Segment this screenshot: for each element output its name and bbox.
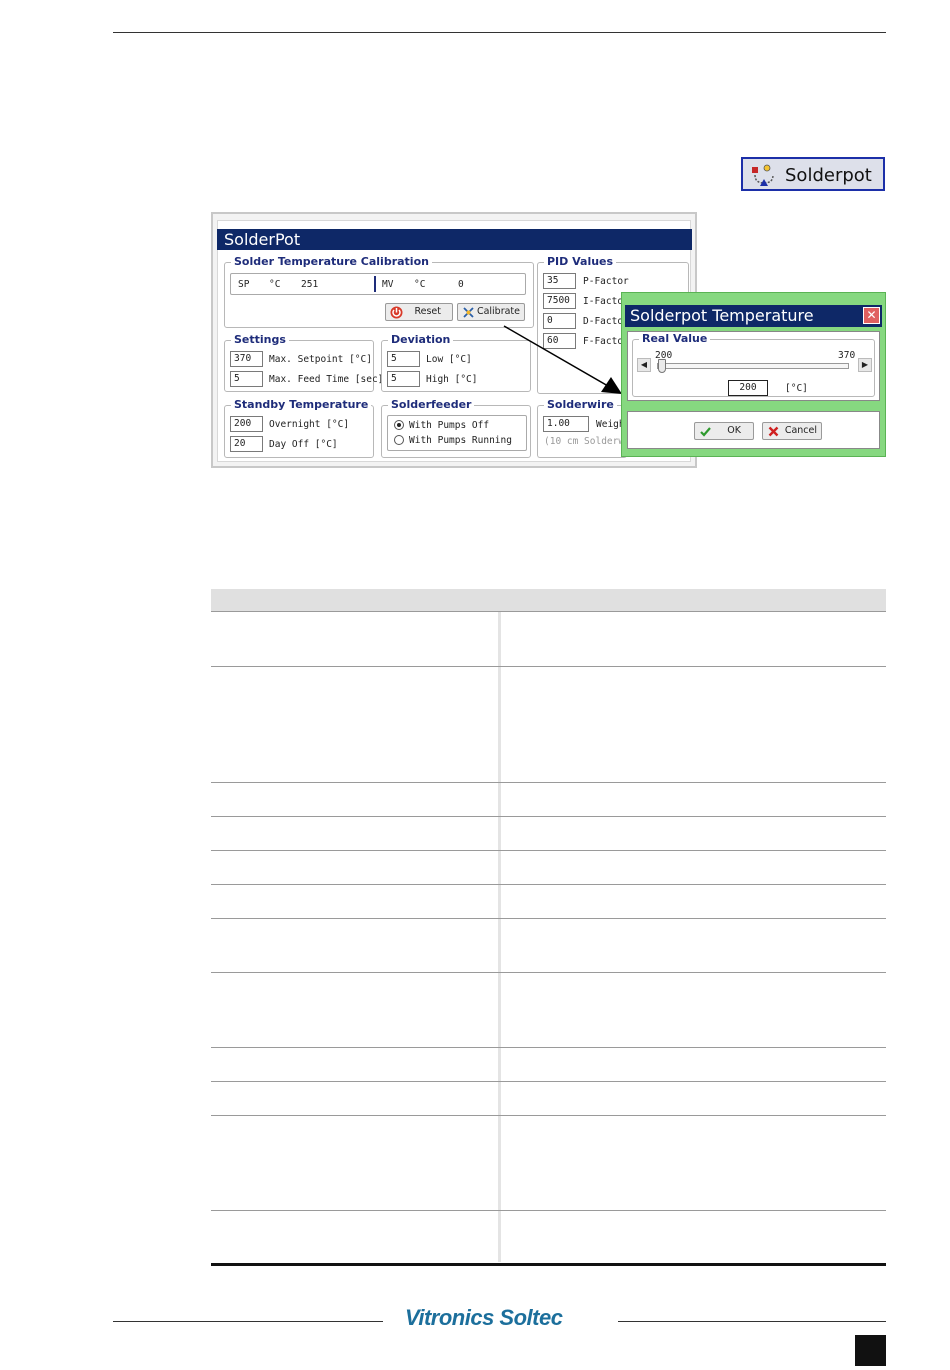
calibration-readout: SP °C 251 MV °C 0 <box>230 273 526 295</box>
day-off-field[interactable]: 20 <box>230 436 263 452</box>
brand-logo: Vitronics Soltec <box>405 1305 563 1330</box>
p-factor-label: P-Factor <box>583 276 629 287</box>
table-row-line <box>211 816 886 817</box>
ok-label: OK <box>727 425 741 436</box>
callout-arrow <box>503 325 622 394</box>
table-row-line <box>211 666 886 667</box>
solderwire-group: Solderwire 1.00 Weigh (10 cm Solderwir <box>537 398 636 458</box>
solderfeeder-title: Solderfeeder <box>388 398 475 411</box>
mv-label: MV <box>382 279 394 290</box>
deviation-high-field[interactable]: 5 <box>387 371 420 387</box>
dialog-title-bar: Solderpot Temperature ✕ <box>625 305 882 327</box>
table-row-line <box>211 1081 886 1082</box>
cross-icon <box>768 426 779 437</box>
i-factor-field[interactable]: 7500 <box>543 293 576 309</box>
overnight-field[interactable]: 200 <box>230 416 263 432</box>
reset-label: Reset <box>414 306 441 317</box>
arrow-left-icon: ◀ <box>640 360 648 369</box>
header-rule <box>113 32 886 33</box>
table-row-line <box>211 1047 886 1048</box>
max-setpoint-label: Max. Setpoint [°C] <box>269 354 372 365</box>
solderwire-weight-field[interactable]: 1.00 <box>543 416 589 432</box>
max-feed-time-label: Max. Feed Time [sec] <box>269 374 384 385</box>
radio-pumps-off-dot <box>397 423 401 427</box>
deviation-low-label: Low [°C] <box>426 354 472 365</box>
sp-unit: °C <box>269 279 281 290</box>
standby-temperature-group: Standby Temperature 200 Overnight [°C] 2… <box>224 398 374 458</box>
calibration-group: Solder Temperature Calibration SP °C 251… <box>224 255 534 328</box>
pumps-off-label: With Pumps Off <box>409 420 490 431</box>
radio-pumps-off[interactable] <box>394 420 404 430</box>
calibrate-icon <box>463 307 474 318</box>
settings-title: Settings <box>231 333 289 346</box>
ok-button[interactable]: OK <box>694 422 754 440</box>
arrow-right-icon: ▶ <box>861 360 869 369</box>
dialog-title: Solderpot Temperature <box>630 306 814 325</box>
overnight-label: Overnight [°C] <box>269 419 350 430</box>
pid-values-title: PID Values <box>544 255 617 268</box>
dialog-close-button[interactable]: ✕ <box>863 307 880 324</box>
reset-icon <box>390 306 403 319</box>
checkmark-icon <box>700 427 711 437</box>
table-row-line <box>211 918 886 919</box>
table-row-line <box>211 1210 886 1211</box>
solderpot-icon <box>752 164 774 186</box>
sp-label: SP <box>238 279 250 290</box>
mv-value: 0 <box>458 279 464 290</box>
calibrate-button[interactable]: Calibrate <box>457 303 525 321</box>
radio-pumps-running[interactable] <box>394 435 404 445</box>
table-header <box>211 589 886 612</box>
table-column-divider <box>498 612 501 1262</box>
real-value-field[interactable]: 200 <box>728 380 768 396</box>
slider-left-button[interactable]: ◀ <box>637 358 651 372</box>
slider-track[interactable] <box>657 359 849 373</box>
reset-button[interactable]: Reset <box>385 303 453 321</box>
readout-divider <box>374 276 376 292</box>
slider-max-label: 370 <box>838 350 856 361</box>
pumps-running-label: With Pumps Running <box>409 435 512 446</box>
max-setpoint-field[interactable]: 370 <box>230 351 263 367</box>
solderpot-button-label: Solderpot <box>785 165 872 186</box>
table-row-line <box>211 884 886 885</box>
standby-temperature-title: Standby Temperature <box>231 398 372 411</box>
calibration-group-title: Solder Temperature Calibration <box>231 255 432 268</box>
calibrate-label: Calibrate <box>476 306 520 317</box>
slider-thumb[interactable] <box>658 359 666 373</box>
table-row-line <box>211 782 886 783</box>
table-bottom-rule <box>211 1263 886 1266</box>
real-value-title: Real Value <box>639 332 711 345</box>
slider-right-button[interactable]: ▶ <box>858 358 872 372</box>
page-number-box <box>855 1335 886 1366</box>
mv-unit: °C <box>414 279 426 290</box>
real-value-pane: Real Value 200 370 ◀ ▶ 200 [°C] <box>627 331 880 401</box>
real-value-unit: [°C] <box>785 383 808 394</box>
cancel-button[interactable]: Cancel <box>762 422 822 440</box>
day-off-label: Day Off [°C] <box>269 439 338 450</box>
solderfeeder-group: Solderfeeder With Pumps Off With Pumps R… <box>381 398 531 458</box>
solderfeeder-options: With Pumps Off With Pumps Running <box>387 415 527 451</box>
footer-rule-right <box>618 1321 886 1322</box>
deviation-title: Deviation <box>388 333 454 346</box>
dialog-button-pane: OK Cancel <box>627 411 880 449</box>
solderpot-toolbar-button[interactable]: Solderpot <box>741 157 885 191</box>
table-row-line <box>211 972 886 973</box>
table-row-line <box>211 850 886 851</box>
deviation-high-label: High [°C] <box>426 374 478 385</box>
settings-group: Settings 370 Max. Setpoint [°C] 5 Max. F… <box>224 333 383 392</box>
max-feed-time-field[interactable]: 5 <box>230 371 263 387</box>
table-row-line <box>211 1115 886 1116</box>
footer-rule-left <box>113 1321 383 1322</box>
p-factor-field[interactable]: 35 <box>543 273 576 289</box>
solderpot-temperature-dialog: Solderpot Temperature ✕ Real Value 200 3… <box>621 292 886 457</box>
cancel-label: Cancel <box>784 425 817 436</box>
sp-value: 251 <box>301 279 319 290</box>
deviation-low-field[interactable]: 5 <box>387 351 420 367</box>
close-icon: ✕ <box>866 308 877 322</box>
window-title: SolderPot <box>217 229 692 250</box>
